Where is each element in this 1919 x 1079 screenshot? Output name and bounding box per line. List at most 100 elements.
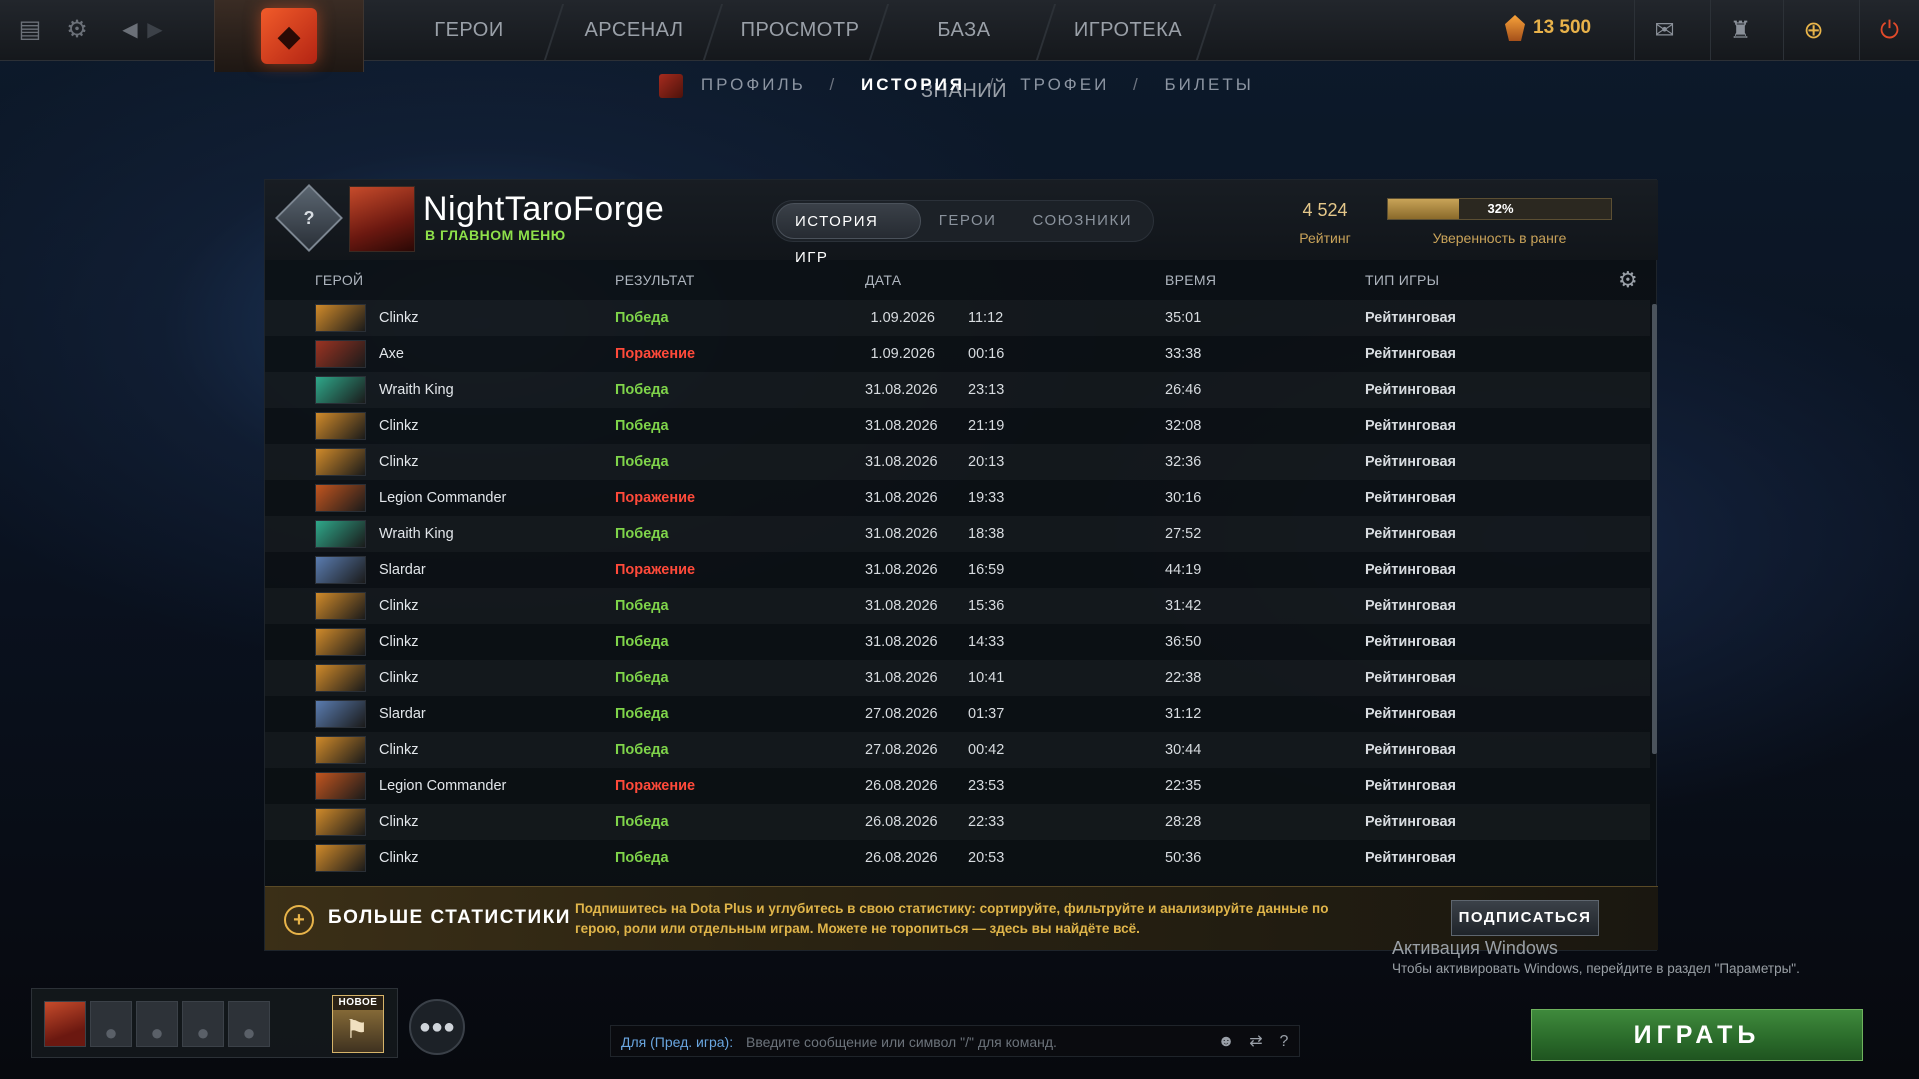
match-date: 31.08.2026 xyxy=(865,454,938,470)
column-header-result[interactable]: РЕЗУЛЬТАТ xyxy=(615,272,695,288)
forward-arrow-icon[interactable]: ▶ xyxy=(140,14,170,44)
chat-input[interactable]: Введите сообщение или символ "/" для ком… xyxy=(746,1026,1057,1058)
match-hero-name: Legion Commander xyxy=(379,778,507,794)
match-row[interactable]: Clinkz Победа 27.08.2026 00:42 30:44 Рейтинго… xyxy=(265,732,1650,768)
match-hero-name: Clinkz xyxy=(379,814,419,830)
match-duration: 32:08 xyxy=(1165,418,1202,434)
play-button[interactable]: ИГРАТЬ xyxy=(1531,1009,1863,1061)
party-slot-self[interactable] xyxy=(44,1001,86,1047)
match-game-type: Рейтинговая xyxy=(1365,346,1457,362)
match-row[interactable]: Wraith King Победа 31.08.2026 18:38 27:52 Рей… xyxy=(265,516,1650,552)
dota-menu-icon[interactable]: ▤ xyxy=(15,14,45,44)
nav-arcade[interactable]: ИГРОТЕКА xyxy=(1068,0,1188,61)
chat-channels-icon[interactable]: ●●● xyxy=(409,999,465,1055)
match-start-time: 18:38 xyxy=(968,526,1005,542)
match-row[interactable]: Clinkz Победа 1.09.2026 11:12 35:01 Рейтингов… xyxy=(265,300,1650,336)
match-date: 27.08.2026 xyxy=(865,742,938,758)
column-header-date[interactable]: ДАТА xyxy=(865,272,901,288)
match-date: 27.08.2026 xyxy=(865,706,938,722)
dota-plus-icon[interactable]: ⊕ xyxy=(1783,0,1843,61)
hero-portrait xyxy=(315,700,366,728)
tab-allies[interactable]: СОЮЗНИКИ xyxy=(1014,203,1150,239)
match-start-time: 20:13 xyxy=(968,454,1005,470)
column-header-hero[interactable]: ГЕРОЙ xyxy=(315,272,363,288)
match-row[interactable]: Clinkz Победа 26.08.2026 20:53 50:36 Рейтинго… xyxy=(265,840,1650,876)
match-duration: 50:36 xyxy=(1165,850,1202,866)
rank-confidence-percent: 32% xyxy=(1487,201,1514,216)
column-header-duration[interactable]: ВРЕМЯ xyxy=(1165,272,1216,288)
match-date: 31.08.2026 xyxy=(865,562,938,578)
match-start-time: 00:42 xyxy=(968,742,1005,758)
subnav-trophies[interactable]: ТРОФЕИ xyxy=(1020,75,1109,95)
hero-portrait xyxy=(315,376,366,404)
dota-logo-button[interactable]: ◆ xyxy=(214,0,364,72)
match-duration: 22:38 xyxy=(1165,670,1202,686)
match-row[interactable]: Wraith King Победа 31.08.2026 23:13 26:46 Рей… xyxy=(265,372,1650,408)
match-result: Победа xyxy=(615,310,669,326)
match-result: Победа xyxy=(615,814,669,830)
subscribe-button[interactable]: ПОДПИСАТЬСЯ xyxy=(1451,900,1599,936)
settings-gear-icon[interactable]: ⚙ xyxy=(62,14,92,44)
match-start-time: 10:41 xyxy=(968,670,1005,686)
rank-badge-icon[interactable]: ? xyxy=(275,184,343,252)
match-list-scrollbar[interactable] xyxy=(1652,304,1657,754)
match-game-type: Рейтинговая xyxy=(1365,778,1457,794)
party-slot-empty[interactable]: ● xyxy=(228,1001,270,1047)
new-event-badge[interactable]: НОВОЕ ⚑ xyxy=(332,995,384,1053)
match-hero-name: Axe xyxy=(379,346,404,362)
history-tabs: ИСТОРИЯ ИГР ГЕРОИ СОЮЗНИКИ xyxy=(772,200,1154,266)
nav-arsenal[interactable]: АРСЕНАЛ xyxy=(574,0,694,61)
match-row[interactable]: Legion Commander Поражение 31.08.2026 19:33… xyxy=(265,480,1650,516)
profile-avatar-icon xyxy=(659,74,684,98)
nav-heroes[interactable]: ГЕРОИ xyxy=(414,0,524,61)
chat-target-label[interactable]: Для (Пред. игра): xyxy=(621,1026,733,1058)
subnav-tickets[interactable]: БИЛЕТЫ xyxy=(1165,75,1254,95)
hero-portrait xyxy=(315,736,366,764)
party-slot-empty[interactable]: ● xyxy=(90,1001,132,1047)
translate-icon[interactable]: ⇄ xyxy=(1243,1029,1269,1055)
match-row[interactable]: Clinkz Победа 31.08.2026 10:41 22:38 Рейтинго… xyxy=(265,660,1650,696)
match-row[interactable]: Clinkz Победа 31.08.2026 21:19 32:08 Рейтинго… xyxy=(265,408,1650,444)
mail-icon[interactable]: ✉ xyxy=(1634,0,1694,61)
match-row[interactable]: Clinkz Победа 31.08.2026 14:33 36:50 Рейтинго… xyxy=(265,624,1650,660)
power-icon[interactable]: ⏻ xyxy=(1859,0,1919,61)
match-start-time: 20:53 xyxy=(968,850,1005,866)
party-slot-empty[interactable]: ● xyxy=(182,1001,224,1047)
help-icon[interactable]: ? xyxy=(1271,1029,1297,1055)
match-row[interactable]: Slardar Победа 27.08.2026 01:37 31:12 Рейтинг… xyxy=(265,696,1650,732)
tab-heroes[interactable]: ГЕРОИ xyxy=(921,203,1015,239)
match-game-type: Рейтинговая xyxy=(1365,418,1457,434)
match-result: Поражение xyxy=(615,346,696,362)
match-row[interactable]: Slardar Поражение 31.08.2026 16:59 44:19 Рейт… xyxy=(265,552,1650,588)
match-game-type: Рейтинговая xyxy=(1365,598,1457,614)
match-result: Победа xyxy=(615,454,669,470)
rank-confidence-bar: 32% xyxy=(1387,198,1612,220)
armory-icon[interactable]: ♜ xyxy=(1710,0,1770,61)
match-row[interactable]: Clinkz Победа 31.08.2026 15:36 31:42 Рейтинго… xyxy=(265,588,1650,624)
subnav-profile[interactable]: ПРОФИЛЬ xyxy=(701,75,806,95)
nav-watch[interactable]: ПРОСМОТР xyxy=(735,0,865,61)
hero-portrait xyxy=(315,448,366,476)
match-duration: 27:52 xyxy=(1165,526,1202,542)
nav-learn[interactable]: БАЗА ЗНАНИЙ xyxy=(893,0,1035,102)
match-row[interactable]: Axe Поражение 1.09.2026 00:16 33:38 Рейтингов… xyxy=(265,336,1650,372)
rank-confidence-label: Уверенность в ранге xyxy=(1432,230,1567,246)
player-avatar[interactable] xyxy=(349,186,415,252)
subnav-history[interactable]: ИСТОРИЯ xyxy=(861,75,965,95)
party-slot-empty[interactable]: ● xyxy=(136,1001,178,1047)
hero-portrait xyxy=(315,556,366,584)
emoji-icon[interactable]: ☻ xyxy=(1213,1029,1239,1055)
column-header-game-type[interactable]: ТИП ИГРЫ xyxy=(1365,272,1439,288)
subnav-slash: / xyxy=(1133,75,1141,95)
tab-match-history[interactable]: ИСТОРИЯ ИГР xyxy=(776,203,921,266)
match-history-panel: ? NightTaroForge В ГЛАВНОМ МЕНЮ ИСТОРИЯ … xyxy=(264,179,1658,951)
subnav-slash: / xyxy=(988,75,997,95)
player-status: В ГЛАВНОМ МЕНЮ xyxy=(425,227,566,243)
match-row[interactable]: Clinkz Победа 26.08.2026 22:33 28:28 Рейтинго… xyxy=(265,804,1650,840)
match-row[interactable]: Clinkz Победа 31.08.2026 20:13 32:36 Рейтинго… xyxy=(265,444,1650,480)
table-settings-gear-icon[interactable]: ⚙ xyxy=(1618,269,1640,291)
match-row[interactable]: Legion Commander Поражение 26.08.2026 23:53… xyxy=(265,768,1650,804)
match-result: Победа xyxy=(615,634,669,650)
shards-currency[interactable]: 13 500 xyxy=(1505,15,1591,41)
match-hero-name: Clinkz xyxy=(379,850,419,866)
